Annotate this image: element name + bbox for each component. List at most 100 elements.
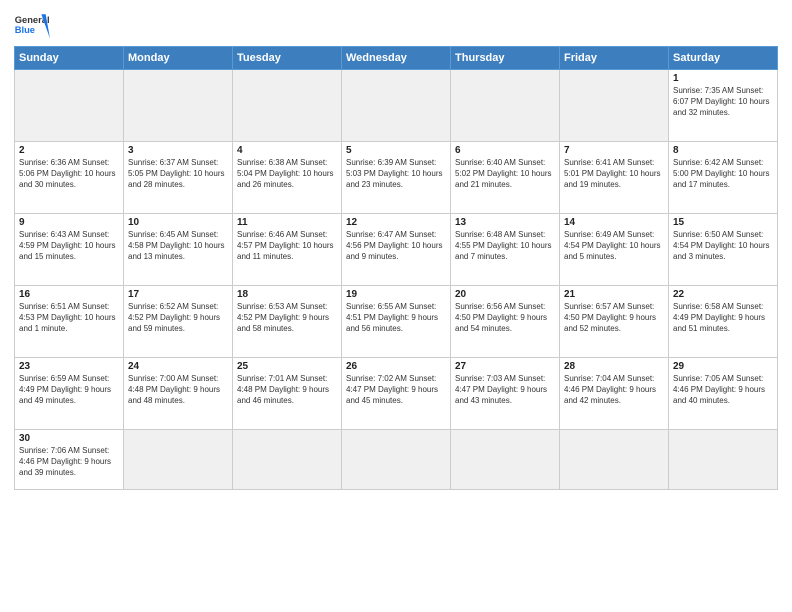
day-info: Sunrise: 6:43 AM Sunset: 4:59 PM Dayligh…: [19, 229, 119, 263]
day-info: Sunrise: 6:38 AM Sunset: 5:04 PM Dayligh…: [237, 157, 337, 191]
calendar-cell: 17Sunrise: 6:52 AM Sunset: 4:52 PM Dayli…: [124, 286, 233, 358]
day-info: Sunrise: 6:37 AM Sunset: 5:05 PM Dayligh…: [128, 157, 228, 191]
day-number: 15: [673, 217, 773, 228]
day-info: Sunrise: 6:59 AM Sunset: 4:49 PM Dayligh…: [19, 373, 119, 407]
calendar-cell: 4Sunrise: 6:38 AM Sunset: 5:04 PM Daylig…: [233, 142, 342, 214]
day-number: 2: [19, 145, 119, 156]
day-number: 9: [19, 217, 119, 228]
day-info: Sunrise: 6:41 AM Sunset: 5:01 PM Dayligh…: [564, 157, 664, 191]
calendar-cell: [560, 70, 669, 142]
calendar-cell: [124, 430, 233, 490]
generalblue-logo-icon: General Blue: [14, 10, 50, 40]
day-info: Sunrise: 7:04 AM Sunset: 4:46 PM Dayligh…: [564, 373, 664, 407]
day-header-thursday: Thursday: [451, 47, 560, 70]
calendar-cell: [669, 430, 778, 490]
page: General Blue SundayMondayTuesdayWednesda…: [0, 0, 792, 612]
calendar-cell: 12Sunrise: 6:47 AM Sunset: 4:56 PM Dayli…: [342, 214, 451, 286]
day-info: Sunrise: 6:51 AM Sunset: 4:53 PM Dayligh…: [19, 301, 119, 335]
calendar-cell: 20Sunrise: 6:56 AM Sunset: 4:50 PM Dayli…: [451, 286, 560, 358]
day-info: Sunrise: 7:03 AM Sunset: 4:47 PM Dayligh…: [455, 373, 555, 407]
day-info: Sunrise: 6:52 AM Sunset: 4:52 PM Dayligh…: [128, 301, 228, 335]
day-info: Sunrise: 6:57 AM Sunset: 4:50 PM Dayligh…: [564, 301, 664, 335]
svg-text:Blue: Blue: [15, 25, 35, 35]
day-info: Sunrise: 6:58 AM Sunset: 4:49 PM Dayligh…: [673, 301, 773, 335]
day-info: Sunrise: 7:00 AM Sunset: 4:48 PM Dayligh…: [128, 373, 228, 407]
day-number: 3: [128, 145, 228, 156]
day-number: 27: [455, 361, 555, 372]
calendar-cell: [451, 430, 560, 490]
day-number: 6: [455, 145, 555, 156]
day-info: Sunrise: 6:36 AM Sunset: 5:06 PM Dayligh…: [19, 157, 119, 191]
day-header-wednesday: Wednesday: [342, 47, 451, 70]
day-number: 14: [564, 217, 664, 228]
day-number: 22: [673, 289, 773, 300]
logo-area: General Blue: [14, 10, 50, 40]
calendar-cell: 27Sunrise: 7:03 AM Sunset: 4:47 PM Dayli…: [451, 358, 560, 430]
calendar-cell: [233, 70, 342, 142]
calendar-cell: 30Sunrise: 7:06 AM Sunset: 4:46 PM Dayli…: [15, 430, 124, 490]
calendar-cell: 21Sunrise: 6:57 AM Sunset: 4:50 PM Dayli…: [560, 286, 669, 358]
calendar-cell: [451, 70, 560, 142]
day-number: 20: [455, 289, 555, 300]
calendar-cell: 6Sunrise: 6:40 AM Sunset: 5:02 PM Daylig…: [451, 142, 560, 214]
day-info: Sunrise: 6:53 AM Sunset: 4:52 PM Dayligh…: [237, 301, 337, 335]
calendar-cell: 22Sunrise: 6:58 AM Sunset: 4:49 PM Dayli…: [669, 286, 778, 358]
day-header-tuesday: Tuesday: [233, 47, 342, 70]
day-number: 19: [346, 289, 446, 300]
day-number: 16: [19, 289, 119, 300]
day-info: Sunrise: 7:02 AM Sunset: 4:47 PM Dayligh…: [346, 373, 446, 407]
day-number: 26: [346, 361, 446, 372]
day-number: 17: [128, 289, 228, 300]
calendar-cell: [560, 430, 669, 490]
day-number: 12: [346, 217, 446, 228]
calendar-cell: 19Sunrise: 6:55 AM Sunset: 4:51 PM Dayli…: [342, 286, 451, 358]
day-info: Sunrise: 6:42 AM Sunset: 5:00 PM Dayligh…: [673, 157, 773, 191]
calendar-table: SundayMondayTuesdayWednesdayThursdayFrid…: [14, 46, 778, 490]
day-header-monday: Monday: [124, 47, 233, 70]
day-info: Sunrise: 7:06 AM Sunset: 4:46 PM Dayligh…: [19, 445, 119, 479]
day-header-sunday: Sunday: [15, 47, 124, 70]
calendar-cell: 28Sunrise: 7:04 AM Sunset: 4:46 PM Dayli…: [560, 358, 669, 430]
day-number: 25: [237, 361, 337, 372]
calendar-cell: 7Sunrise: 6:41 AM Sunset: 5:01 PM Daylig…: [560, 142, 669, 214]
calendar-cell: 18Sunrise: 6:53 AM Sunset: 4:52 PM Dayli…: [233, 286, 342, 358]
calendar-cell: 11Sunrise: 6:46 AM Sunset: 4:57 PM Dayli…: [233, 214, 342, 286]
calendar-cell: 24Sunrise: 7:00 AM Sunset: 4:48 PM Dayli…: [124, 358, 233, 430]
calendar-cell: 25Sunrise: 7:01 AM Sunset: 4:48 PM Dayli…: [233, 358, 342, 430]
day-number: 21: [564, 289, 664, 300]
day-header-saturday: Saturday: [669, 47, 778, 70]
calendar-cell: [342, 430, 451, 490]
calendar-cell: 2Sunrise: 6:36 AM Sunset: 5:06 PM Daylig…: [15, 142, 124, 214]
calendar-cell: 14Sunrise: 6:49 AM Sunset: 4:54 PM Dayli…: [560, 214, 669, 286]
calendar-cell: 26Sunrise: 7:02 AM Sunset: 4:47 PM Dayli…: [342, 358, 451, 430]
calendar-cell: 3Sunrise: 6:37 AM Sunset: 5:05 PM Daylig…: [124, 142, 233, 214]
day-info: Sunrise: 7:35 AM Sunset: 6:07 PM Dayligh…: [673, 85, 773, 119]
calendar-cell: [15, 70, 124, 142]
day-info: Sunrise: 7:05 AM Sunset: 4:46 PM Dayligh…: [673, 373, 773, 407]
calendar-cell: 15Sunrise: 6:50 AM Sunset: 4:54 PM Dayli…: [669, 214, 778, 286]
calendar-cell: 29Sunrise: 7:05 AM Sunset: 4:46 PM Dayli…: [669, 358, 778, 430]
day-info: Sunrise: 6:55 AM Sunset: 4:51 PM Dayligh…: [346, 301, 446, 335]
day-info: Sunrise: 6:40 AM Sunset: 5:02 PM Dayligh…: [455, 157, 555, 191]
calendar-cell: 5Sunrise: 6:39 AM Sunset: 5:03 PM Daylig…: [342, 142, 451, 214]
day-number: 29: [673, 361, 773, 372]
day-number: 18: [237, 289, 337, 300]
day-info: Sunrise: 6:49 AM Sunset: 4:54 PM Dayligh…: [564, 229, 664, 263]
day-number: 13: [455, 217, 555, 228]
day-info: Sunrise: 6:48 AM Sunset: 4:55 PM Dayligh…: [455, 229, 555, 263]
day-number: 1: [673, 73, 773, 84]
calendar-cell: 1Sunrise: 7:35 AM Sunset: 6:07 PM Daylig…: [669, 70, 778, 142]
day-info: Sunrise: 6:46 AM Sunset: 4:57 PM Dayligh…: [237, 229, 337, 263]
day-number: 8: [673, 145, 773, 156]
day-number: 23: [19, 361, 119, 372]
day-number: 5: [346, 145, 446, 156]
calendar-cell: [233, 430, 342, 490]
calendar-cell: 10Sunrise: 6:45 AM Sunset: 4:58 PM Dayli…: [124, 214, 233, 286]
day-number: 4: [237, 145, 337, 156]
calendar-cell: [342, 70, 451, 142]
day-info: Sunrise: 6:56 AM Sunset: 4:50 PM Dayligh…: [455, 301, 555, 335]
day-header-friday: Friday: [560, 47, 669, 70]
day-info: Sunrise: 6:39 AM Sunset: 5:03 PM Dayligh…: [346, 157, 446, 191]
calendar-cell: 9Sunrise: 6:43 AM Sunset: 4:59 PM Daylig…: [15, 214, 124, 286]
day-number: 7: [564, 145, 664, 156]
